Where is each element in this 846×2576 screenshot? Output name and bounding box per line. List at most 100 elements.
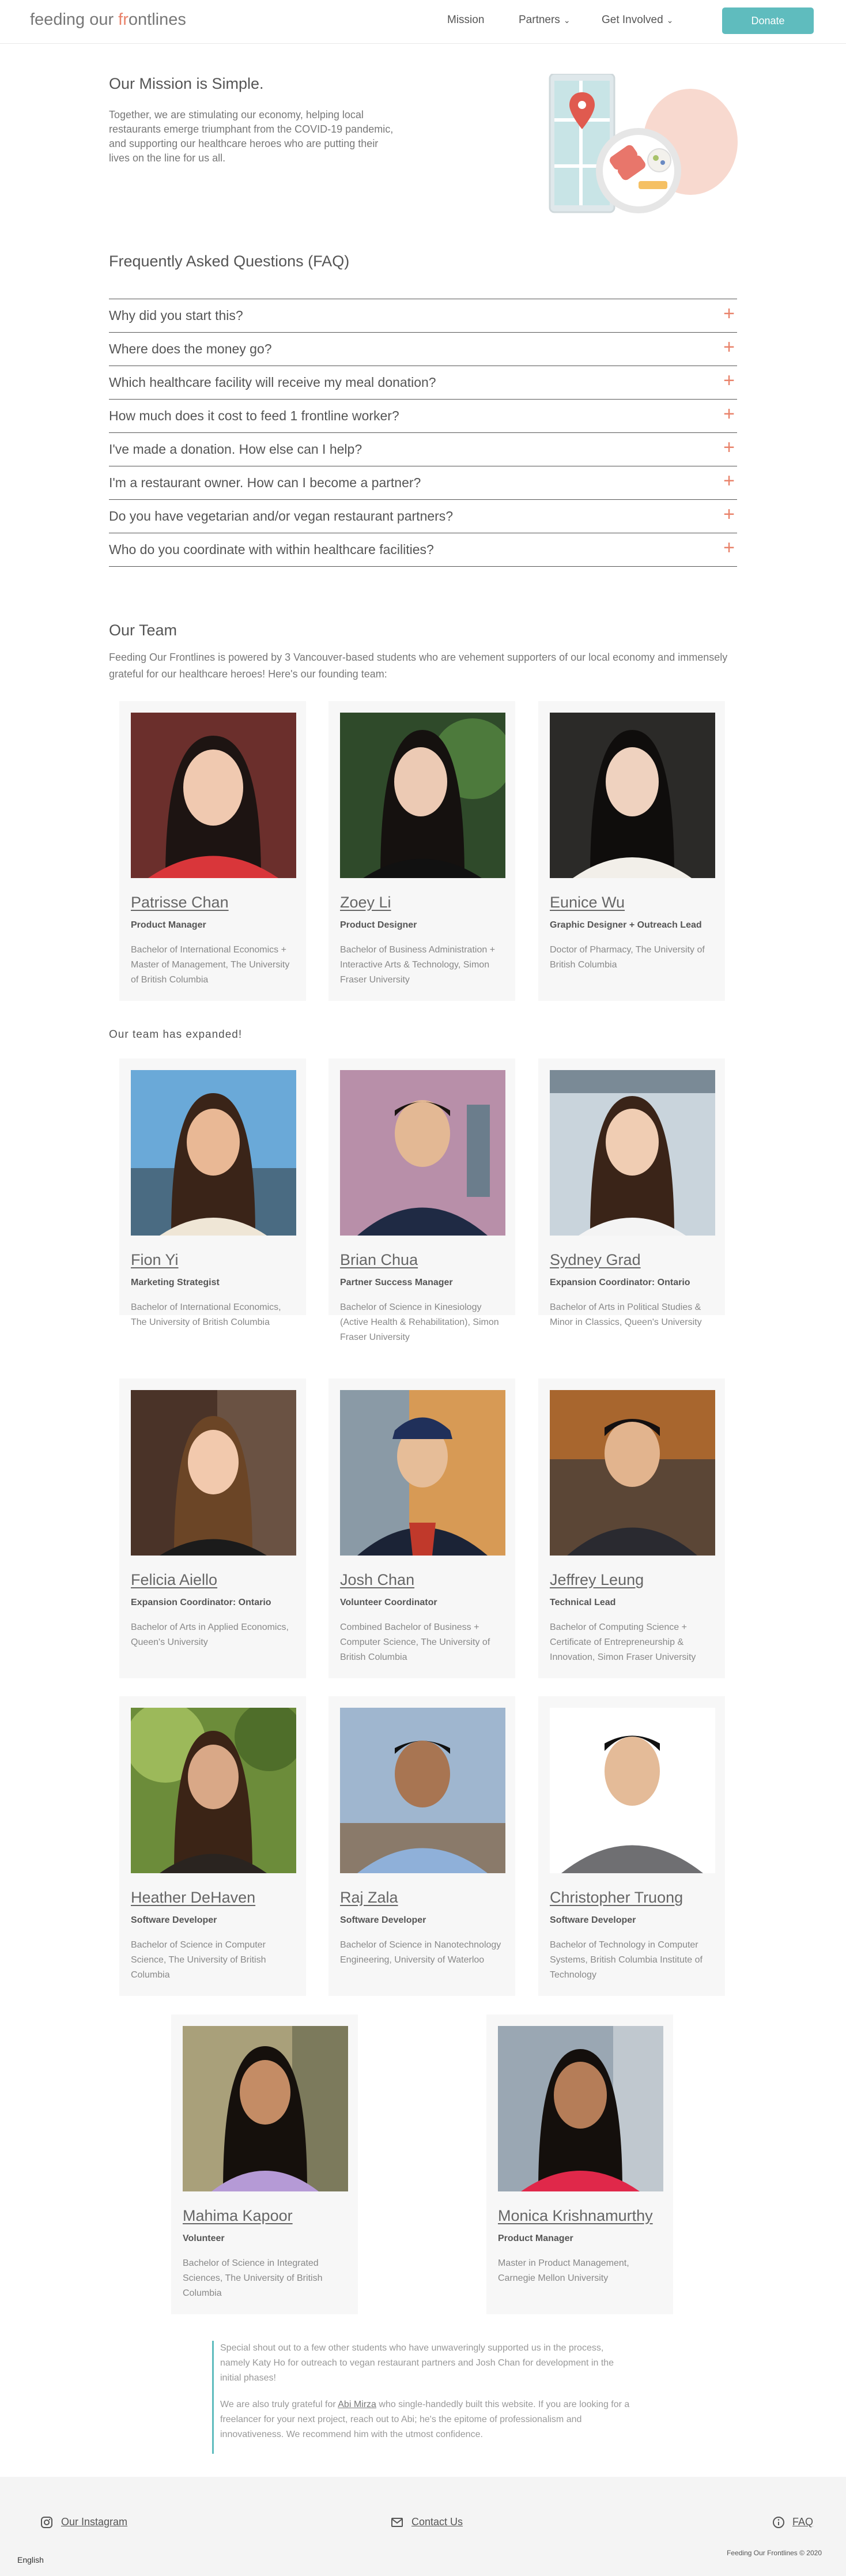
member-name[interactable]: Christopher Truong [550, 1889, 683, 1907]
logo-text: feeding our [30, 10, 119, 29]
donate-button[interactable]: Donate [722, 7, 814, 34]
plus-icon[interactable]: + [723, 504, 735, 524]
team-card: Eunice Wu Graphic Designer + Outreach Le… [538, 701, 725, 1001]
member-education: Bachelor of International Economics + Ma… [131, 945, 290, 985]
faq-item[interactable]: I've made a donation. How else can I hel… [109, 433, 737, 466]
plus-icon[interactable]: + [723, 304, 735, 323]
abi-mirza-link[interactable]: Abi Mirza [338, 2400, 376, 2409]
member-role: Marketing Strategist [131, 1278, 220, 1287]
member-role: Graphic Designer + Outreach Lead [550, 920, 702, 930]
member-photo [183, 2026, 348, 2191]
team-card: Jeffrey Leung Technical Lead Bachelor of… [538, 1379, 725, 1678]
chevron-down-icon: ⌄ [563, 16, 571, 25]
nav-partners-label: Partners [519, 14, 560, 26]
logo-text-end: ontlines [128, 10, 186, 29]
member-role: Partner Success Manager [340, 1278, 453, 1287]
team-expanded-heading: Our team has expanded! [109, 1029, 243, 1041]
member-education: Doctor of Pharmacy, The University of Br… [550, 945, 705, 970]
team-card: Heather DeHaven Software Developer Bache… [119, 1696, 306, 1996]
nav-get-involved-label: Get Involved [602, 14, 663, 26]
team-card: Fion Yi Marketing Strategist Bachelor of… [119, 1059, 306, 1327]
instagram-link[interactable]: Our Instagram [61, 2516, 127, 2528]
site-header: feeding our frontlines Mission Partners ⌄… [0, 0, 846, 44]
member-name[interactable]: Eunice Wu [550, 894, 625, 912]
member-education: Combined Bachelor of Business + Computer… [340, 1622, 490, 1662]
member-name[interactable]: Fion Yi [131, 1251, 179, 1269]
team-card: Sydney Grad Expansion Coordinator: Ontar… [538, 1059, 725, 1327]
language-selector[interactable]: English [17, 2555, 44, 2564]
faq-item[interactable]: How much does it cost to feed 1 frontlin… [109, 400, 737, 433]
member-education: Bachelor of Science in Kinesiology (Acti… [340, 1302, 499, 1342]
member-photo [340, 1070, 505, 1236]
contact-link[interactable]: Contact Us [411, 2516, 463, 2528]
plus-icon[interactable]: + [723, 471, 735, 491]
acknowledgements: Special shout out to a few other student… [212, 2341, 633, 2454]
member-role: Product Manager [131, 920, 206, 930]
member-role: Technical Lead [550, 1598, 616, 1607]
faq-link[interactable]: FAQ [792, 2516, 813, 2528]
member-role: Expansion Coordinator: Ontario [131, 1598, 271, 1607]
member-name[interactable]: Felicia Aiello [131, 1571, 217, 1589]
member-photo [131, 713, 296, 878]
member-name[interactable]: Josh Chan [340, 1571, 414, 1589]
info-icon[interactable] [772, 2516, 785, 2532]
copyright: Feeding Our Frontlines © 2020 [727, 2549, 822, 2557]
member-name[interactable]: Jeffrey Leung [550, 1571, 644, 1589]
member-role: Software Developer [131, 1915, 217, 1925]
member-name[interactable]: Sydney Grad [550, 1251, 641, 1269]
plus-icon[interactable]: + [723, 337, 735, 357]
logo-accent-text: fr [118, 10, 129, 29]
member-photo [550, 713, 715, 878]
plus-icon[interactable]: + [723, 371, 735, 390]
plus-icon[interactable]: + [723, 538, 735, 558]
plus-icon[interactable]: + [723, 438, 735, 457]
member-name[interactable]: Patrisse Chan [131, 894, 229, 912]
member-name[interactable]: Raj Zala [340, 1889, 398, 1907]
faq-question: How much does it cost to feed 1 frontlin… [109, 408, 399, 423]
member-name[interactable]: Monica Krishnamurthy [498, 2207, 653, 2225]
faq-item[interactable]: Which healthcare facility will receive m… [109, 366, 737, 400]
faq-item[interactable]: I'm a restaurant owner. How can I become… [109, 466, 737, 500]
nav-get-involved[interactable]: Get Involved ⌄ [602, 14, 673, 27]
faq-item[interactable]: Where does the money go? + [109, 333, 737, 366]
member-name[interactable]: Brian Chua [340, 1251, 418, 1269]
member-name[interactable]: Zoey Li [340, 894, 391, 912]
member-photo [550, 1390, 715, 1556]
acknowledgement-text: Special shout out to a few other student… [220, 2343, 614, 2383]
faq-question: Which healthcare facility will receive m… [109, 375, 436, 390]
plus-icon[interactable]: + [723, 404, 735, 424]
mission-title: Our Mission is Simple. [109, 75, 264, 92]
member-education: Bachelor of Technology in Computer Syste… [550, 1940, 703, 1980]
member-education: Bachelor of Science in Integrated Scienc… [183, 2258, 323, 2298]
acknowledgement-text-start: We are also truly grateful for [220, 2400, 338, 2409]
member-photo [131, 1390, 296, 1556]
member-education: Bachelor of Arts in Applied Economics, Q… [131, 1622, 289, 1647]
faq-title: Frequently Asked Questions (FAQ) [109, 253, 350, 270]
member-education: Master in Product Management, Carnegie M… [498, 2258, 629, 2283]
team-card: Patrisse Chan Product Manager Bachelor o… [119, 701, 306, 1001]
nav-mission[interactable]: Mission [447, 14, 484, 27]
faq-question: I'm a restaurant owner. How can I become… [109, 475, 421, 490]
team-card: Raj Zala Software Developer Bachelor of … [328, 1696, 515, 1996]
member-photo [131, 1070, 296, 1236]
faq-item[interactable]: Why did you start this? + [109, 299, 737, 333]
team-title: Our Team [109, 622, 177, 639]
member-name[interactable]: Mahima Kapoor [183, 2207, 293, 2225]
faq-question: Do you have vegetarian and/or vegan rest… [109, 509, 454, 524]
nav-partners[interactable]: Partners ⌄ [519, 14, 571, 27]
faq-item[interactable]: Do you have vegetarian and/or vegan rest… [109, 500, 737, 533]
mail-icon[interactable] [391, 2516, 403, 2532]
member-education: Bachelor of Computing Science + Certific… [550, 1622, 696, 1662]
member-education: Bachelor of Arts in Political Studies & … [550, 1302, 702, 1327]
site-logo[interactable]: feeding our frontlines [30, 10, 186, 29]
faq-item[interactable]: Who do you coordinate with within health… [109, 533, 737, 567]
instagram-icon[interactable] [40, 2516, 53, 2532]
member-name[interactable]: Heather DeHaven [131, 1889, 255, 1907]
mission-body: Together, we are stimulating our economy… [109, 109, 394, 164]
mission-illustration [546, 73, 738, 218]
member-role: Volunteer [183, 2234, 225, 2243]
team-card: Monica Krishnamurthy Product Manager Mas… [486, 2014, 673, 2314]
member-role: Expansion Coordinator: Ontario [550, 1278, 690, 1287]
member-photo [340, 713, 505, 878]
chevron-down-icon: ⌄ [666, 16, 674, 25]
